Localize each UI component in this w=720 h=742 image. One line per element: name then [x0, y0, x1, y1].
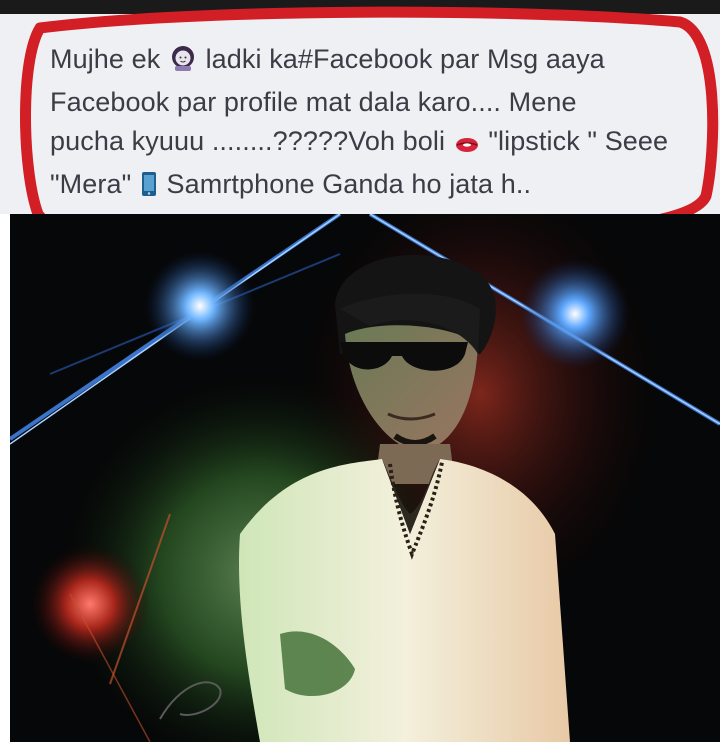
girl-emoji-icon	[170, 44, 196, 83]
post-caption: Mujhe ek ladki ka#Facebook par Msg aaya …	[50, 40, 705, 208]
caption-text: pucha kyuuu ........?????Voh boli	[50, 126, 446, 156]
meme-photo	[10, 214, 720, 742]
caption-text: Samrtphone Ganda ho jata h..	[166, 169, 532, 199]
caption-text: "Mera"	[50, 169, 132, 199]
caption-line-2: Facebook par profile mat dala karo.... M…	[50, 83, 705, 122]
caption-text: "lipstick " Seee	[488, 126, 669, 156]
caption-line-3: pucha kyuuu ........?????Voh boli "lipst…	[50, 122, 705, 165]
caption-line-4: "Mera" Samrtphone Ganda ho jata h..	[50, 165, 705, 208]
caption-text: Facebook par profile mat dala karo.... M…	[50, 87, 577, 117]
phone-emoji-icon	[141, 169, 157, 208]
top-header-strip	[0, 0, 720, 14]
caption-line-1: Mujhe ek ladki ka#Facebook par Msg aaya	[50, 40, 705, 83]
caption-text: Mujhe ek	[50, 44, 161, 74]
lips-emoji-icon	[455, 126, 479, 165]
caption-text: ladki ka#Facebook par Msg aaya	[205, 44, 605, 74]
